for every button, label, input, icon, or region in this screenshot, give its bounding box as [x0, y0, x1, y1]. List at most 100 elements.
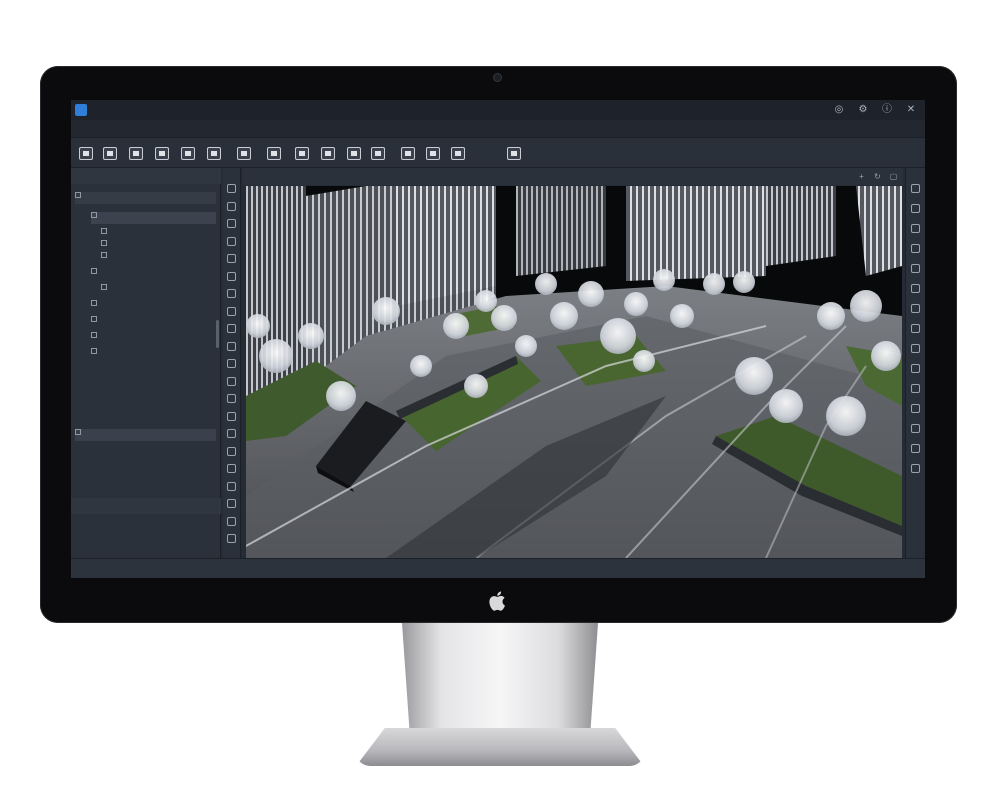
visibility-icon[interactable] — [91, 316, 97, 323]
camera-icon[interactable] — [227, 411, 236, 421]
rotate-icon[interactable]: ↻ — [873, 172, 882, 181]
layer-row[interactable] — [101, 228, 216, 240]
fit-icon[interactable] — [911, 444, 920, 453]
box-icon[interactable] — [227, 306, 236, 316]
view-top-icon[interactable] — [911, 184, 920, 193]
help-icon[interactable] — [911, 404, 920, 413]
measure-icon[interactable] — [227, 254, 236, 263]
visibility-icon[interactable] — [101, 252, 107, 259]
layers-scrollbar[interactable] — [216, 320, 219, 348]
layer-row[interactable] — [91, 268, 216, 280]
brush-icon[interactable] — [207, 147, 221, 160]
tree — [259, 339, 293, 373]
visibility-icon[interactable] — [91, 268, 97, 275]
orbit-icon[interactable] — [227, 236, 236, 246]
paint-icon[interactable] — [181, 147, 195, 160]
tree — [578, 281, 604, 307]
visibility-icon[interactable] — [101, 240, 107, 247]
3d-viewport[interactable] — [246, 186, 902, 558]
line-icon[interactable] — [227, 341, 236, 351]
page-icon[interactable] — [155, 147, 169, 160]
tree — [624, 292, 648, 316]
section-icon[interactable] — [227, 271, 236, 281]
tree — [372, 297, 400, 325]
export-icon[interactable] — [103, 147, 117, 160]
view-iso-icon[interactable] — [911, 244, 920, 253]
tree — [326, 381, 356, 411]
filter-icon[interactable] — [227, 481, 236, 491]
help-icon[interactable]: ◎ — [833, 104, 845, 116]
layers-icon[interactable] — [227, 464, 236, 473]
settings-icon[interactable]: ⚙ — [857, 104, 869, 116]
import-icon[interactable] — [79, 147, 93, 160]
scan-icon[interactable] — [426, 147, 440, 160]
note-icon[interactable] — [227, 394, 236, 403]
tree — [817, 302, 845, 330]
project-root-row[interactable] — [75, 192, 216, 204]
fullscreen-icon[interactable]: ▢ — [889, 172, 898, 181]
point-icon[interactable] — [227, 324, 236, 333]
layer-row[interactable] — [91, 348, 216, 360]
view-front-icon[interactable] — [911, 204, 920, 213]
tree — [733, 271, 755, 293]
close-icon[interactable]: ✕ — [905, 104, 917, 116]
shading-icon[interactable] — [911, 284, 920, 293]
tree — [298, 323, 324, 349]
settings-icon[interactable] — [911, 384, 920, 393]
layers-panel — [71, 168, 221, 558]
volume-icon[interactable] — [227, 376, 236, 386]
grid-icon[interactable] — [227, 446, 236, 456]
chart-icon[interactable] — [295, 147, 309, 160]
info-icon[interactable]: ⓘ — [881, 104, 893, 116]
toolbar — [71, 138, 925, 168]
area-icon[interactable] — [227, 359, 236, 368]
layer-row[interactable] — [101, 284, 216, 296]
share-icon[interactable] — [227, 534, 236, 543]
layer-row[interactable] — [91, 300, 216, 312]
layer-icon[interactable] — [267, 147, 281, 160]
tag-icon[interactable] — [401, 147, 415, 160]
measure-icon[interactable] — [237, 147, 251, 160]
visibility-icon[interactable] — [91, 332, 97, 339]
export-icon[interactable] — [227, 516, 236, 526]
tree — [653, 269, 675, 291]
camera-icon[interactable] — [347, 147, 361, 160]
zoom-in-icon[interactable]: + — [857, 172, 866, 181]
bounding-icon[interactable] — [911, 364, 920, 373]
visibility-icon[interactable] — [91, 212, 97, 219]
visibility-icon[interactable] — [101, 228, 107, 235]
wireframe-icon[interactable] — [911, 344, 920, 353]
selected-group-row[interactable] — [75, 429, 216, 441]
layer-row[interactable] — [91, 332, 216, 344]
mesh-icon[interactable] — [911, 324, 920, 333]
tree — [464, 374, 488, 398]
points-icon[interactable] — [911, 304, 920, 313]
color-icon[interactable] — [227, 499, 236, 508]
layer-row[interactable] — [101, 240, 216, 252]
visibility-icon[interactable] — [91, 300, 97, 307]
visibility-icon[interactable] — [101, 284, 107, 291]
note-icon[interactable] — [321, 147, 335, 160]
snapshot-icon[interactable] — [911, 424, 920, 433]
move-icon[interactable] — [371, 147, 385, 160]
tree — [670, 304, 694, 328]
pan-icon[interactable] — [227, 201, 236, 211]
layer-row[interactable] — [91, 316, 216, 328]
tree — [850, 290, 882, 322]
view-side-icon[interactable] — [911, 224, 920, 233]
cursor-icon[interactable] — [227, 184, 236, 193]
lighting-icon[interactable] — [911, 264, 920, 273]
clip-icon[interactable] — [227, 289, 236, 298]
record-icon[interactable] — [227, 429, 236, 438]
layer-row[interactable] — [101, 252, 216, 264]
tree — [826, 396, 866, 436]
filter-icon[interactable] — [451, 147, 465, 160]
tree — [443, 313, 469, 339]
layer-row[interactable] — [91, 212, 216, 224]
zoom-icon[interactable] — [227, 219, 236, 228]
visibility-icon[interactable] — [91, 348, 97, 355]
crop-icon[interactable] — [507, 147, 521, 160]
image-icon[interactable] — [129, 147, 143, 160]
reset-icon[interactable] — [911, 464, 920, 473]
group-icon — [75, 429, 81, 436]
